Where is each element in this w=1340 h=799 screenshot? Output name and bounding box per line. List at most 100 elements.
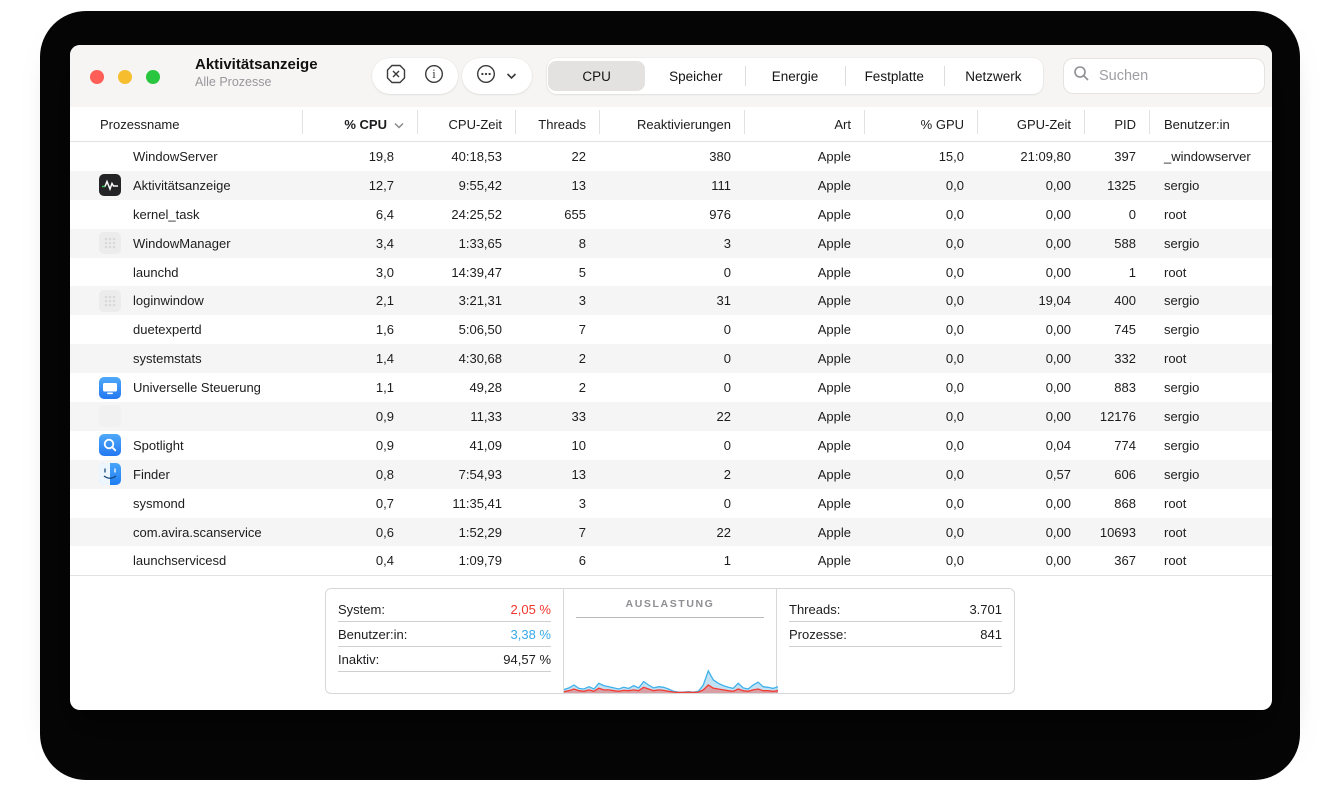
cell-threads: 22	[516, 149, 600, 164]
cell-gpu-time: 19,04	[978, 293, 1085, 308]
table-header: Prozessname% CPUCPU-ZeitThreadsReaktivie…	[70, 107, 1272, 142]
cell-pid: 1325	[1085, 178, 1150, 193]
info-circle-icon: i	[423, 63, 445, 90]
zoom-button[interactable]	[146, 70, 160, 84]
process-name: Universelle Steuerung	[133, 380, 261, 395]
table-row[interactable]: duetexpertd1,65:06,5070Apple0,00,00745se…	[70, 315, 1272, 344]
tab-speicher[interactable]: Speicher	[647, 61, 744, 91]
table-row[interactable]: Universelle Steuerung1,149,2820Apple0,00…	[70, 373, 1272, 402]
cell-gpu-time: 0,00	[978, 236, 1085, 251]
cell-wakeups: 31	[600, 293, 745, 308]
cell-wakeups: 111	[600, 178, 745, 193]
cell-cpu: 3,4	[303, 236, 418, 251]
table-row[interactable]: WindowServer19,840:18,5322380Apple15,021…	[70, 142, 1272, 171]
process-name: com.avira.scanservice	[133, 525, 262, 540]
stat-label: Prozesse:	[789, 627, 847, 642]
cell-gpu-time: 0,00	[978, 265, 1085, 280]
cell-gpu: 0,0	[865, 265, 978, 280]
cell-kind: Apple	[745, 149, 865, 164]
cell-name: systemstats	[70, 348, 303, 370]
tab-netzwerk[interactable]: Netzwerk	[945, 61, 1042, 91]
cell-name: Spotlight	[70, 434, 303, 456]
column-header-kind[interactable]: Art	[745, 117, 865, 132]
table-row[interactable]: Finder0,87:54,93132Apple0,00,57606sergio	[70, 460, 1272, 489]
tab-cpu[interactable]: CPU	[548, 61, 645, 91]
spotlight-icon	[99, 434, 121, 456]
column-header-cpu[interactable]: % CPU	[303, 117, 418, 132]
table-row[interactable]: 0,911,333322Apple0,00,0012176sergio	[70, 402, 1272, 431]
cell-gpu: 0,0	[865, 409, 978, 424]
search-icon	[1073, 65, 1090, 87]
table-row[interactable]: launchservicesd0,41:09,7961Apple0,00,003…	[70, 546, 1272, 575]
cell-gpu-time: 0,00	[978, 525, 1085, 540]
cell-cpu: 0,9	[303, 438, 418, 453]
table-row[interactable]: kernel_task6,424:25,52655976Apple0,00,00…	[70, 200, 1272, 229]
tab-festplatte[interactable]: Festplatte	[846, 61, 943, 91]
process-name: sysmond	[133, 496, 185, 511]
cell-gpu: 0,0	[865, 525, 978, 540]
table-row[interactable]: WindowManager3,41:33,6583Apple0,00,00588…	[70, 229, 1272, 258]
process-name: loginwindow	[133, 293, 204, 308]
cell-user: sergio	[1150, 438, 1272, 453]
cell-threads: 8	[516, 236, 600, 251]
cell-kind: Apple	[745, 236, 865, 251]
traffic-lights	[90, 70, 160, 84]
column-header-wakeups[interactable]: Reaktivierungen	[600, 117, 745, 132]
column-header-cpu-time[interactable]: CPU-Zeit	[418, 117, 516, 132]
column-header-pid[interactable]: PID	[1085, 117, 1150, 132]
generic-app-icon	[99, 290, 121, 312]
stat-value: 2,05 %	[511, 602, 551, 617]
column-header-name[interactable]: Prozessname	[70, 117, 303, 132]
cell-cpu-time: 41,09	[418, 438, 516, 453]
cell-kind: Apple	[745, 438, 865, 453]
cell-cpu: 6,4	[303, 207, 418, 222]
column-header-user[interactable]: Benutzer:in	[1150, 117, 1272, 132]
cell-wakeups: 0	[600, 438, 745, 453]
process-name: launchservicesd	[133, 553, 226, 568]
cell-cpu-time: 9:55,42	[418, 178, 516, 193]
cell-gpu-time: 0,00	[978, 322, 1085, 337]
cell-kind: Apple	[745, 553, 865, 568]
cell-gpu: 0,0	[865, 553, 978, 568]
cell-kind: Apple	[745, 467, 865, 482]
cell-pid: 0	[1085, 207, 1150, 222]
search-input[interactable]	[1097, 67, 1255, 85]
cell-threads: 655	[516, 207, 600, 222]
column-header-label: PID	[1114, 117, 1136, 132]
cell-kind: Apple	[745, 293, 865, 308]
stat-value: 3,38 %	[511, 627, 551, 642]
stat-row: Threads:3.701	[789, 597, 1002, 622]
inspect-process-button[interactable]: i	[419, 61, 449, 91]
process-name: systemstats	[133, 351, 202, 366]
cell-threads: 6	[516, 553, 600, 568]
close-button[interactable]	[90, 70, 104, 84]
cell-name: launchd	[70, 261, 303, 283]
table-row[interactable]: systemstats1,44:30,6820Apple0,00,00332ro…	[70, 344, 1272, 373]
blank-app-icon	[99, 405, 121, 427]
tab-energie[interactable]: Energie	[746, 61, 843, 91]
column-header-gpu[interactable]: % GPU	[865, 117, 978, 132]
column-header-threads[interactable]: Threads	[516, 117, 600, 132]
cell-gpu: 0,0	[865, 207, 978, 222]
table-row[interactable]: com.avira.scanservice0,61:52,29722Apple0…	[70, 518, 1272, 547]
table-row[interactable]: Aktivitätsanzeige12,79:55,4213111Apple0,…	[70, 171, 1272, 200]
table-row[interactable]: launchd3,014:39,4750Apple0,00,001root	[70, 258, 1272, 287]
toolbar: Aktivitätsanzeige Alle Prozesse i CPUSpe…	[70, 45, 1272, 107]
column-header-label: GPU-Zeit	[1017, 117, 1071, 132]
cell-threads: 7	[516, 322, 600, 337]
table-row[interactable]: loginwindow2,13:21,31331Apple0,019,04400…	[70, 286, 1272, 315]
table-row[interactable]: Spotlight0,941,09100Apple0,00,04774sergi…	[70, 431, 1272, 460]
table-row[interactable]: sysmond0,711:35,4130Apple0,00,00868root	[70, 489, 1272, 518]
cell-cpu: 3,0	[303, 265, 418, 280]
options-menu-button[interactable]	[471, 61, 501, 91]
column-header-gpu-time[interactable]: GPU-Zeit	[978, 117, 1085, 132]
cell-gpu-time: 0,00	[978, 380, 1085, 395]
stop-process-button[interactable]	[381, 61, 411, 91]
search-field[interactable]	[1063, 58, 1265, 94]
footer-stats-panel: System:2,05 %Benutzer:in:3,38 %Inaktiv:9…	[325, 588, 1015, 694]
cell-gpu: 0,0	[865, 351, 978, 366]
minimize-button[interactable]	[118, 70, 132, 84]
cell-cpu-time: 1:33,65	[418, 236, 516, 251]
window-subtitle: Alle Prozesse	[195, 75, 318, 91]
cell-name: sysmond	[70, 492, 303, 514]
